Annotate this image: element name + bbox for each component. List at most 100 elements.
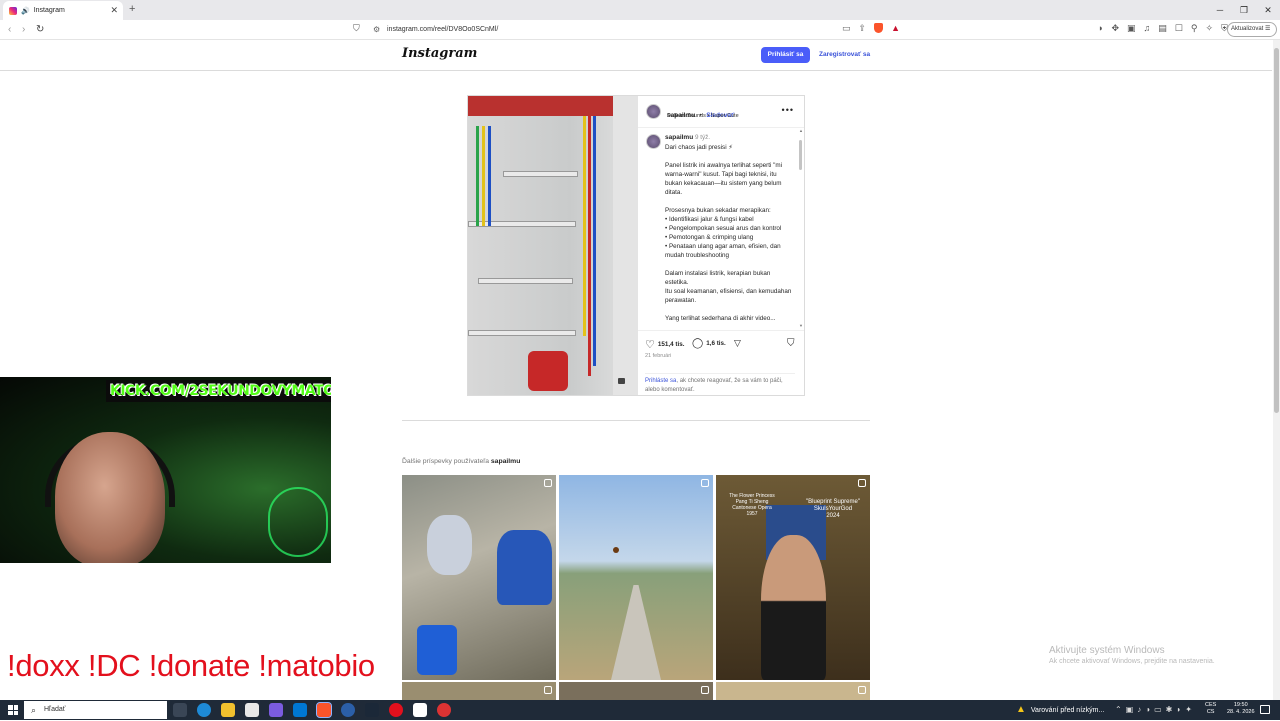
reading-list-icon[interactable]: ☐ bbox=[1175, 23, 1183, 34]
minimize-icon[interactable]: ─ bbox=[1208, 0, 1232, 20]
scroll-thumb[interactable] bbox=[799, 140, 802, 170]
steam-icon[interactable] bbox=[365, 703, 379, 717]
volume-icon[interactable] bbox=[618, 378, 625, 384]
post-thumbnail[interactable] bbox=[559, 475, 713, 680]
reel-icon bbox=[544, 479, 552, 487]
mail-icon[interactable] bbox=[293, 703, 307, 717]
media-icon[interactable]: ▭ bbox=[842, 23, 851, 34]
close-tab-icon[interactable]: ✕ bbox=[110, 5, 118, 16]
save-icon[interactable]: ⛉ bbox=[787, 338, 795, 349]
page-scrollbar[interactable] bbox=[1273, 40, 1280, 700]
post-thumbnail[interactable] bbox=[402, 682, 556, 702]
heart-icon[interactable]: ♡ bbox=[645, 338, 655, 351]
red-wire bbox=[588, 116, 591, 376]
speaker-icon[interactable]: 🔊 bbox=[21, 7, 30, 15]
webcam-overlay: KICK.COM/2SEKUNDOVYMATO bbox=[0, 377, 331, 563]
caption-username[interactable]: sapailmu bbox=[665, 134, 693, 141]
forward-icon[interactable]: › bbox=[22, 24, 25, 35]
edge-icon[interactable] bbox=[197, 703, 211, 717]
extension-icons: ◗ ✥ ▣ ♫ ▤ ☐ ⚲ ✧ ⛨ bbox=[1098, 23, 1228, 34]
tab-instagram[interactable]: 🔊 Instagram ✕ bbox=[3, 1, 123, 20]
pc-lights-image bbox=[268, 487, 328, 557]
reel-video[interactable] bbox=[468, 96, 638, 395]
store-icon[interactable] bbox=[245, 703, 259, 717]
obs-icon[interactable] bbox=[413, 703, 427, 717]
panel-door-image bbox=[613, 96, 638, 395]
opera-icon[interactable] bbox=[389, 703, 403, 717]
speaker-toolbar-icon[interactable]: ◗ bbox=[1098, 23, 1103, 34]
brave-icon[interactable] bbox=[316, 702, 332, 718]
new-tab-icon[interactable]: + bbox=[129, 3, 135, 15]
close-window-icon[interactable]: ✕ bbox=[1256, 0, 1280, 20]
start-windows-icon[interactable] bbox=[8, 705, 18, 715]
update-label: Aktualizovat bbox=[1231, 26, 1264, 32]
reel-icon bbox=[701, 479, 709, 487]
yellow-wire bbox=[482, 126, 485, 226]
caption-text: Dari chaos jadi presisi ⚡ Panel listrik … bbox=[665, 144, 792, 322]
browser-tabstrip: 🔊 Instagram ✕ + ─ ❐ ✕ bbox=[0, 0, 1280, 20]
clock-time: 19:50 bbox=[1233, 702, 1248, 708]
more-posts-prefix: Ďalšie príspevky používateľa bbox=[402, 458, 489, 465]
share-icon[interactable]: ▽ bbox=[734, 338, 741, 349]
scroll-down-icon[interactable]: ▼ bbox=[799, 323, 803, 328]
system-tray[interactable]: ⌃▣♪◑▭✱◗✦ bbox=[1115, 700, 1196, 720]
page-scroll-thumb[interactable] bbox=[1274, 48, 1279, 413]
brave-shields-icon[interactable] bbox=[874, 23, 884, 33]
din-rail bbox=[468, 330, 576, 336]
taskbar-apps bbox=[173, 702, 451, 718]
post-header: sapailmu • Sledovať Dalkom Sounds • Supe… bbox=[638, 96, 804, 128]
music-icon[interactable]: ♫ bbox=[1144, 23, 1151, 34]
blue-wire bbox=[488, 126, 491, 226]
login-prompt-link[interactable]: Prihláste sa bbox=[645, 378, 676, 384]
site-info-icon[interactable]: ⚙ bbox=[373, 23, 380, 37]
avatar[interactable] bbox=[646, 104, 661, 119]
maximize-icon[interactable]: ❐ bbox=[1232, 0, 1256, 20]
notification-icon[interactable] bbox=[1260, 705, 1270, 714]
leo-icon[interactable]: ✧ bbox=[1205, 23, 1213, 34]
bookmark-icon[interactable]: ⛉ bbox=[353, 23, 360, 34]
reel-icon bbox=[701, 686, 709, 694]
reload-icon[interactable]: ↻ bbox=[36, 24, 44, 35]
windows-taskbar: ⌕ Hľadať ▲ Varování před nízkým... ⌃▣♪◑▭✱… bbox=[0, 700, 1280, 720]
recorder-icon[interactable] bbox=[437, 703, 451, 717]
instagram-logo[interactable]: Instagram bbox=[402, 46, 477, 61]
low-battery-warning[interactable]: ▲ Varování před nízkým... bbox=[1016, 700, 1104, 721]
back-icon[interactable]: ‹ bbox=[8, 24, 11, 35]
puzzle-icon[interactable]: ✥ bbox=[1111, 23, 1119, 34]
update-button[interactable]: Aktualizovat ☰ bbox=[1227, 22, 1277, 37]
audio-credit[interactable]: Dalkom Sounds • Super Cute bbox=[667, 113, 739, 119]
caption-scrollbar[interactable] bbox=[799, 132, 802, 322]
app-icon[interactable] bbox=[341, 703, 355, 717]
caption-avatar[interactable] bbox=[646, 134, 661, 149]
comment-action[interactable]: ◯ 1,6 tis. bbox=[692, 338, 726, 349]
more-posts-username[interactable]: sapailmu bbox=[491, 458, 520, 465]
sidebar-icon[interactable]: ▤ bbox=[1158, 23, 1167, 34]
streamer-face-image bbox=[55, 432, 165, 563]
more-options-icon[interactable]: ••• bbox=[782, 105, 794, 115]
file-explorer-icon[interactable] bbox=[221, 703, 235, 717]
taskbar-search[interactable]: ⌕ Hľadať bbox=[24, 701, 167, 719]
vpn-icon[interactable]: ⚲ bbox=[1191, 23, 1198, 34]
keyboard-code: CS bbox=[1206, 709, 1215, 715]
address-bar[interactable]: ⚙ instagram.com/reel/DV8Oo0SCnMl/ bbox=[367, 23, 907, 37]
signup-link[interactable]: Zaregistrovať sa bbox=[819, 47, 870, 63]
login-button[interactable]: Prihlásiť sa bbox=[761, 47, 810, 63]
more-posts-grid: The Flower Princess Pang Ti Sheng Canton… bbox=[402, 475, 870, 702]
reel-post: sapailmu • Sledovať Dalkom Sounds • Supe… bbox=[467, 95, 805, 396]
clock[interactable]: 19:50 28. 4. 2026 bbox=[1227, 702, 1255, 716]
post-thumbnail[interactable] bbox=[402, 475, 556, 680]
post-thumbnail[interactable]: The Flower Princess Pang Ti Sheng Canton… bbox=[716, 475, 870, 680]
like-action[interactable]: ♡ 151,4 tis. bbox=[645, 338, 684, 351]
post-thumbnail[interactable] bbox=[716, 682, 870, 702]
language-indicator[interactable]: CES CS bbox=[1205, 702, 1216, 716]
warning-text: Varování před nízkým... bbox=[1030, 707, 1105, 714]
teams-icon[interactable] bbox=[269, 703, 283, 717]
share-icon[interactable]: ⇪ bbox=[859, 23, 867, 34]
wallet-icon[interactable]: ▣ bbox=[1127, 23, 1136, 34]
comment-icon[interactable]: ◯ bbox=[692, 338, 703, 349]
rewards-icon[interactable]: ▲ bbox=[891, 23, 900, 34]
section-divider bbox=[402, 420, 870, 421]
post-thumbnail[interactable] bbox=[559, 682, 713, 702]
task-view-icon[interactable] bbox=[173, 703, 187, 717]
activation-title: Aktivujte systém Windows bbox=[1049, 645, 1165, 656]
